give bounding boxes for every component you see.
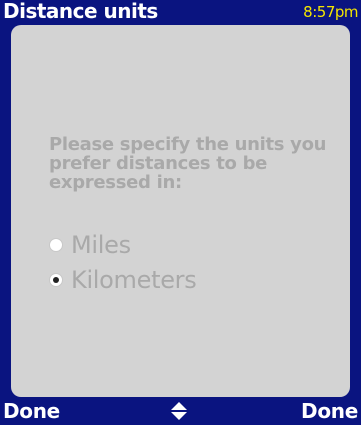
- miles-label: Miles: [71, 231, 131, 259]
- miles-radio[interactable]: [49, 238, 63, 252]
- left-done-button[interactable]: Done: [3, 399, 60, 423]
- clock: 8:57pm: [303, 3, 358, 21]
- prompt-text: Please specify the units you prefer dist…: [49, 134, 327, 193]
- settings-panel: Please specify the units you prefer dist…: [11, 25, 350, 397]
- screen-title: Distance units: [3, 0, 158, 23]
- kilometers-label: Kilometers: [71, 266, 197, 294]
- option-kilometers[interactable]: Kilometers: [49, 265, 197, 295]
- right-done-button[interactable]: Done: [301, 399, 358, 423]
- title-bar: Distance units 8:57pm: [0, 0, 361, 24]
- softkey-bar: Done Done: [0, 397, 361, 425]
- phone-screen: Distance units 8:57pm Please specify the…: [0, 0, 361, 425]
- kilometers-radio[interactable]: [49, 273, 63, 287]
- option-miles[interactable]: Miles: [49, 230, 131, 260]
- up-down-arrow-icon[interactable]: [170, 401, 188, 421]
